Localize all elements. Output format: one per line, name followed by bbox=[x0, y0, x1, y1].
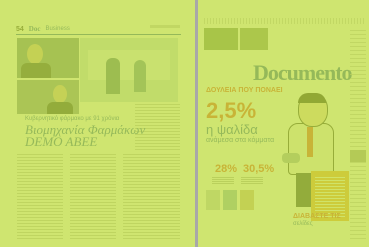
caricature-tie bbox=[307, 127, 313, 157]
stat-caption bbox=[212, 177, 234, 184]
caricature-hair bbox=[298, 93, 326, 103]
portrait-suit bbox=[47, 102, 73, 114]
page-number: 54 bbox=[16, 25, 24, 33]
article-headline: Βιομηχανία Φαρμάκων DEMO ABEE bbox=[25, 122, 146, 149]
portrait-suit bbox=[21, 63, 51, 78]
cover-thumbnail-photo bbox=[240, 28, 268, 50]
scissors-icon bbox=[282, 153, 300, 163]
cover-kicker: ΔΟΥΛΕΙΑ ΠΟΥ ΠΟΝΑΕΙ bbox=[206, 87, 283, 94]
stat-value-2: 30,5% bbox=[243, 163, 275, 175]
photo-lab bbox=[80, 38, 178, 102]
promo-box-text bbox=[315, 177, 345, 217]
text-column bbox=[17, 154, 63, 240]
stat-value-1: 28% bbox=[215, 163, 238, 175]
thumbnail bbox=[223, 190, 237, 210]
left-page: 54 Doc Business Κυβερνητικό φάρμακο με 9… bbox=[0, 0, 195, 247]
brand-logo: Doc bbox=[28, 25, 41, 33]
cover-percentage: 2,5% bbox=[206, 98, 257, 123]
lab-backdrop bbox=[88, 50, 170, 80]
portrait-face bbox=[27, 44, 43, 64]
photo-portrait-2 bbox=[17, 80, 79, 114]
text-column bbox=[123, 154, 180, 240]
text-column bbox=[70, 154, 116, 240]
cover-subtitle: η ψαλίδα bbox=[206, 122, 258, 137]
portrait-face bbox=[53, 85, 67, 103]
photo-portrait-1 bbox=[17, 38, 79, 78]
section-label: Business bbox=[45, 26, 70, 32]
cover-thumbnail-photo bbox=[204, 28, 238, 50]
stat-caption bbox=[241, 177, 263, 184]
right-page-cover: Documento ΔΟΥΛΕΙΑ ΠΟΥ ΠΟΝΑΕΙ 2,5% η ψαλί… bbox=[198, 0, 369, 247]
cover-side-thumbnail bbox=[350, 150, 366, 162]
cover-bottom-title: ΔΙΑΒΑΣΤΕ ΤΙΣ bbox=[293, 213, 341, 220]
cover-side-column bbox=[350, 30, 366, 240]
cover-top-text-strip bbox=[204, 18, 364, 24]
header-tag bbox=[150, 25, 180, 28]
lab-worker-1 bbox=[106, 58, 120, 94]
thumbnail bbox=[206, 190, 220, 210]
thumbnail-row bbox=[206, 190, 254, 210]
thumbnail bbox=[240, 190, 254, 210]
header-rule bbox=[16, 34, 181, 35]
lab-worker-2 bbox=[134, 60, 146, 92]
cover-subtitle-detail: ανάμεσα στα κόμματα bbox=[206, 137, 275, 144]
cover-masthead: Documento bbox=[253, 60, 353, 85]
